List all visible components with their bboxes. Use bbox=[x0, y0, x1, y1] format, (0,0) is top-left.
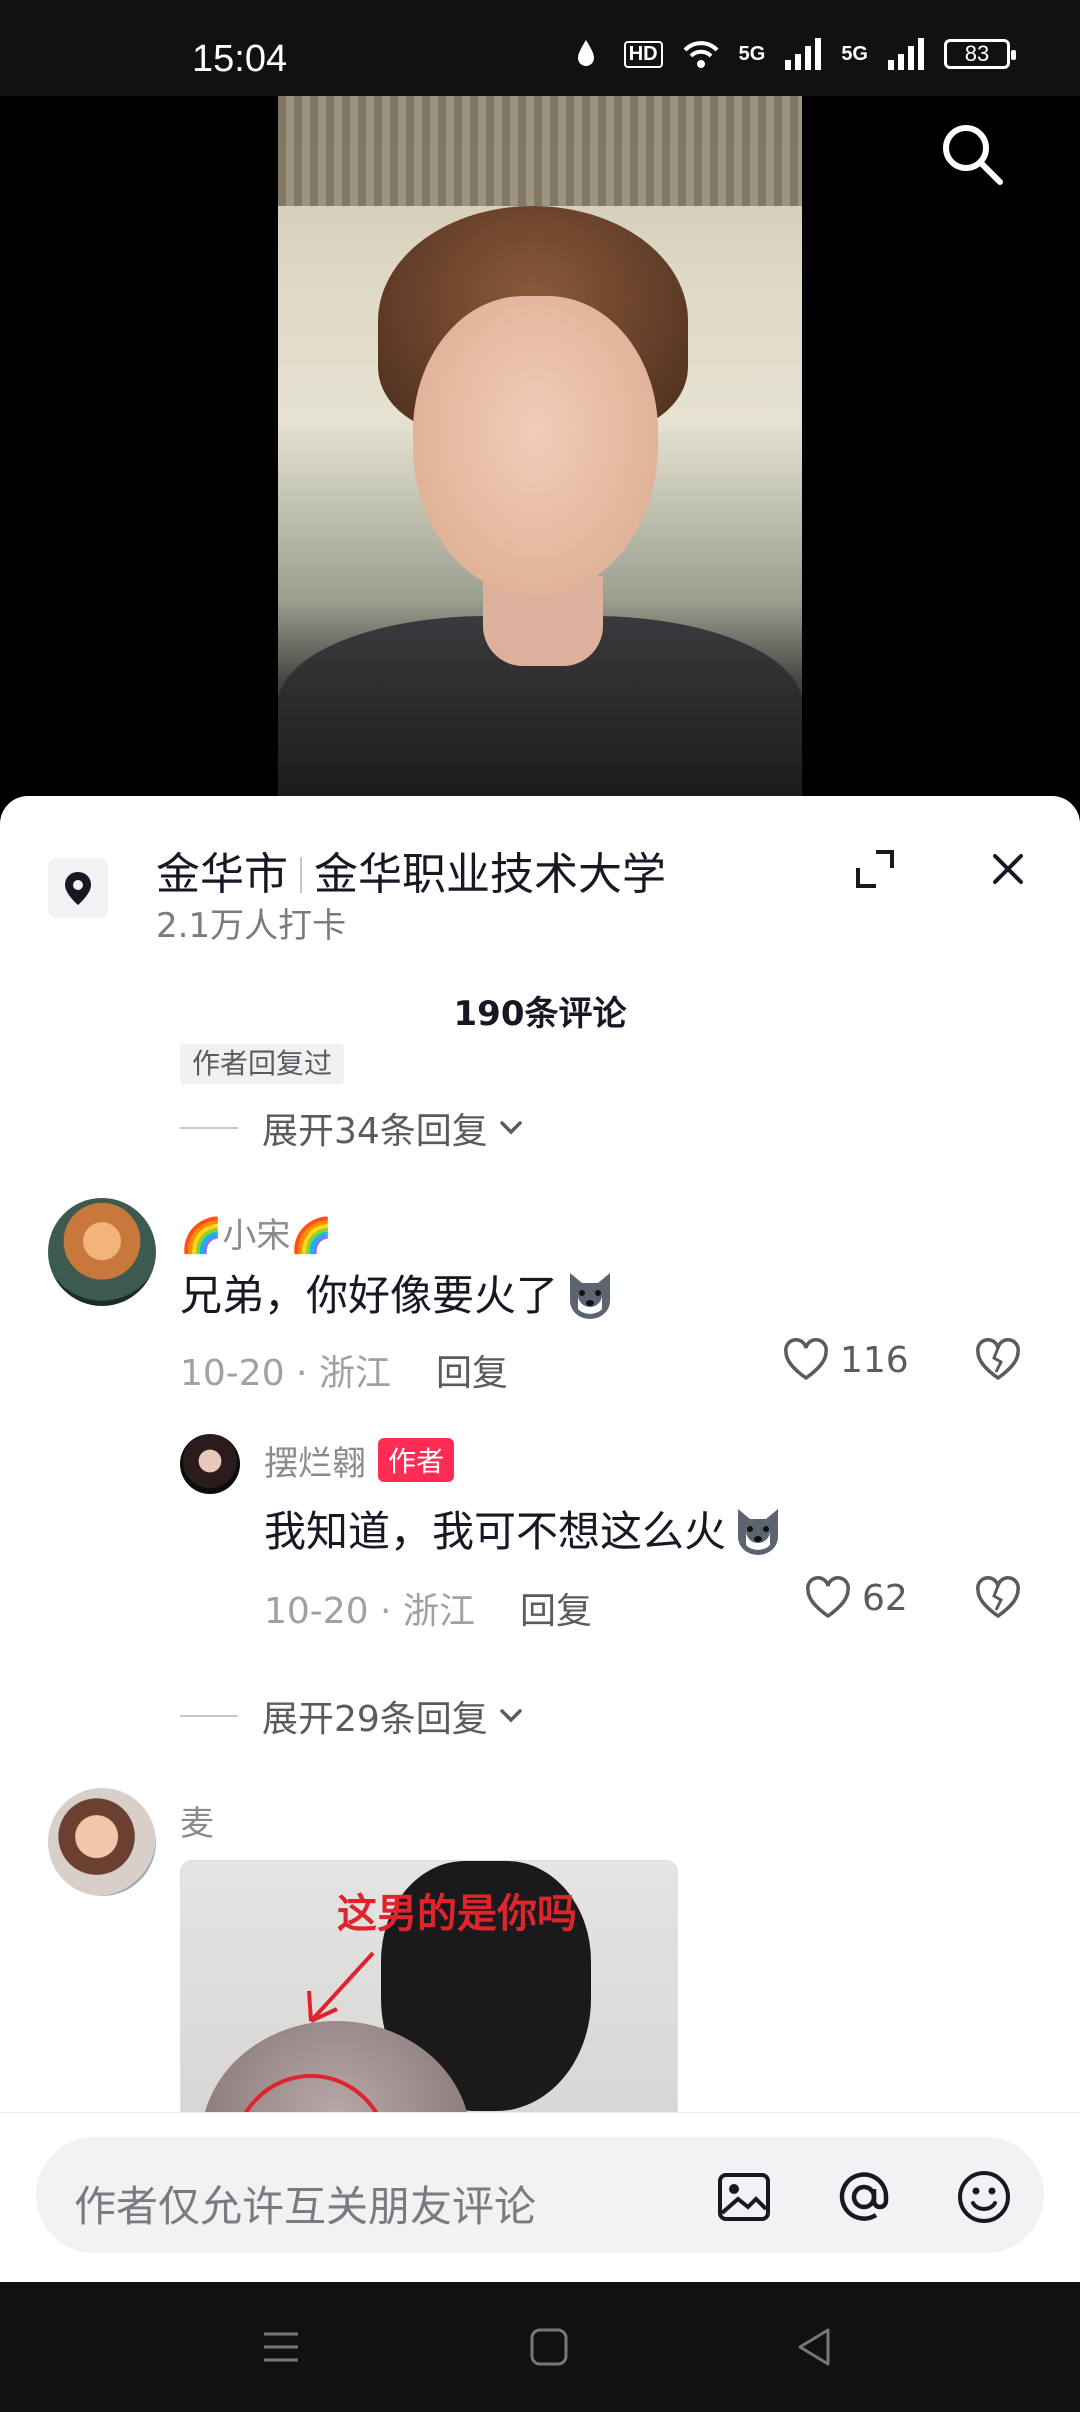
avatar[interactable] bbox=[180, 1434, 240, 1494]
image-icon[interactable] bbox=[714, 2167, 774, 2227]
image-caption: 这男的是你吗 bbox=[337, 1891, 577, 1937]
reply-button[interactable]: 回复 bbox=[520, 1582, 592, 1634]
like-button[interactable]: 62 bbox=[804, 1574, 908, 1622]
reply-button[interactable]: 回复 bbox=[436, 1344, 508, 1396]
expand-dash bbox=[180, 1127, 238, 1129]
location-checkins: 2.1万人打卡 bbox=[156, 906, 347, 946]
signal-icon-2 bbox=[888, 38, 924, 70]
comment-sheet: 金华市 金华职业技术大学 2.1万人打卡 190条评论 作者回复过 展开34条回复… bbox=[0, 796, 1080, 2282]
reply-username[interactable]: 摆烂翱 作者 bbox=[264, 1436, 455, 1485]
expand-icon[interactable] bbox=[852, 846, 898, 892]
reply-meta: 10-20 · 浙江 bbox=[264, 1591, 475, 1632]
drop-icon bbox=[577, 40, 594, 66]
husky-emoji-icon bbox=[570, 1272, 611, 1319]
like-button[interactable]: 116 bbox=[782, 1336, 909, 1384]
location-title[interactable]: 金华市 金华职业技术大学 bbox=[156, 838, 666, 902]
close-icon[interactable] bbox=[985, 846, 1031, 892]
comment-username[interactable]: 麦 bbox=[180, 1796, 214, 1845]
author-replied-tag: 作者回复过 bbox=[180, 1044, 345, 1084]
signal-icon bbox=[785, 38, 822, 70]
location-header[interactable]: 金华市 金华职业技术大学 2.1万人打卡 bbox=[0, 796, 1080, 946]
chevron-down-icon bbox=[500, 1709, 522, 1723]
search-icon[interactable] bbox=[936, 118, 1008, 190]
location-city: 金华市 bbox=[156, 849, 288, 900]
status-time: 15:04 bbox=[192, 38, 288, 80]
network-label-1: 5G bbox=[738, 42, 766, 65]
expand-replies-label: 展开34条回复 bbox=[262, 1111, 488, 1152]
comment-input[interactable]: 作者仅允许互关朋友评论 bbox=[36, 2137, 1044, 2253]
comment-count: 190条评论 bbox=[453, 994, 627, 1034]
comment-body: 兄弟，你好像要火了 bbox=[180, 1271, 559, 1320]
like-count: 62 bbox=[862, 1577, 908, 1619]
broken-heart-icon[interactable] bbox=[974, 1336, 1022, 1384]
chevron-down-icon bbox=[500, 1121, 522, 1135]
battery-indicator: 83 bbox=[944, 39, 1016, 69]
expand-replies-label: 展开29条回复 bbox=[262, 1699, 488, 1740]
expand-replies-button[interactable]: 展开34条回复 bbox=[180, 1102, 528, 1154]
back-icon[interactable] bbox=[792, 2324, 838, 2370]
reply-text: 我知道，我可不想这么火 bbox=[264, 1498, 786, 1559]
comment-username[interactable]: 🌈小宋🌈 bbox=[180, 1208, 333, 1257]
expand-replies-button[interactable]: 展开29条回复 bbox=[180, 1690, 528, 1742]
system-nav-bar bbox=[0, 2282, 1080, 2412]
video-ceiling bbox=[278, 96, 802, 206]
like-count: 116 bbox=[840, 1339, 909, 1381]
status-icons: HD 5G 5G 83 bbox=[566, 36, 1016, 72]
heart-icon bbox=[784, 1338, 828, 1381]
expand-dash bbox=[180, 1715, 238, 1717]
wifi-icon bbox=[683, 41, 719, 68]
home-icon[interactable] bbox=[526, 2324, 572, 2370]
at-icon[interactable] bbox=[834, 2167, 894, 2227]
location-separator bbox=[300, 857, 302, 893]
location-pin-icon bbox=[48, 858, 108, 918]
video-player[interactable] bbox=[0, 96, 1080, 816]
avatar[interactable] bbox=[48, 1788, 156, 1896]
hd-label: HD bbox=[623, 40, 663, 68]
emoji-icon[interactable] bbox=[954, 2167, 1014, 2227]
network-label-2: 5G bbox=[841, 42, 868, 65]
menu-icon[interactable] bbox=[258, 2324, 304, 2370]
video-frame[interactable] bbox=[278, 96, 802, 816]
husky-emoji-icon bbox=[738, 1508, 779, 1555]
author-badge: 作者 bbox=[378, 1438, 455, 1482]
comment-input-placeholder: 作者仅允许互关朋友评论 bbox=[74, 2182, 537, 2231]
broken-heart-icon[interactable] bbox=[974, 1574, 1022, 1622]
location-place: 金华职业技术大学 bbox=[314, 849, 666, 900]
status-bar: 15:04 HD 5G 5G 83 bbox=[0, 0, 1080, 96]
reply-body: 我知道，我可不想这么火 bbox=[264, 1507, 727, 1556]
heart-icon bbox=[806, 1576, 850, 1619]
comment-text: 兄弟，你好像要火了 bbox=[180, 1262, 618, 1323]
reply-username-text: 摆烂翱 bbox=[264, 1444, 366, 1484]
comment-input-bar: 作者仅允许互关朋友评论 bbox=[0, 2112, 1080, 2282]
avatar[interactable] bbox=[48, 1198, 156, 1306]
video-face bbox=[413, 296, 658, 596]
comment-meta: 10-20 · 浙江 bbox=[180, 1353, 391, 1394]
